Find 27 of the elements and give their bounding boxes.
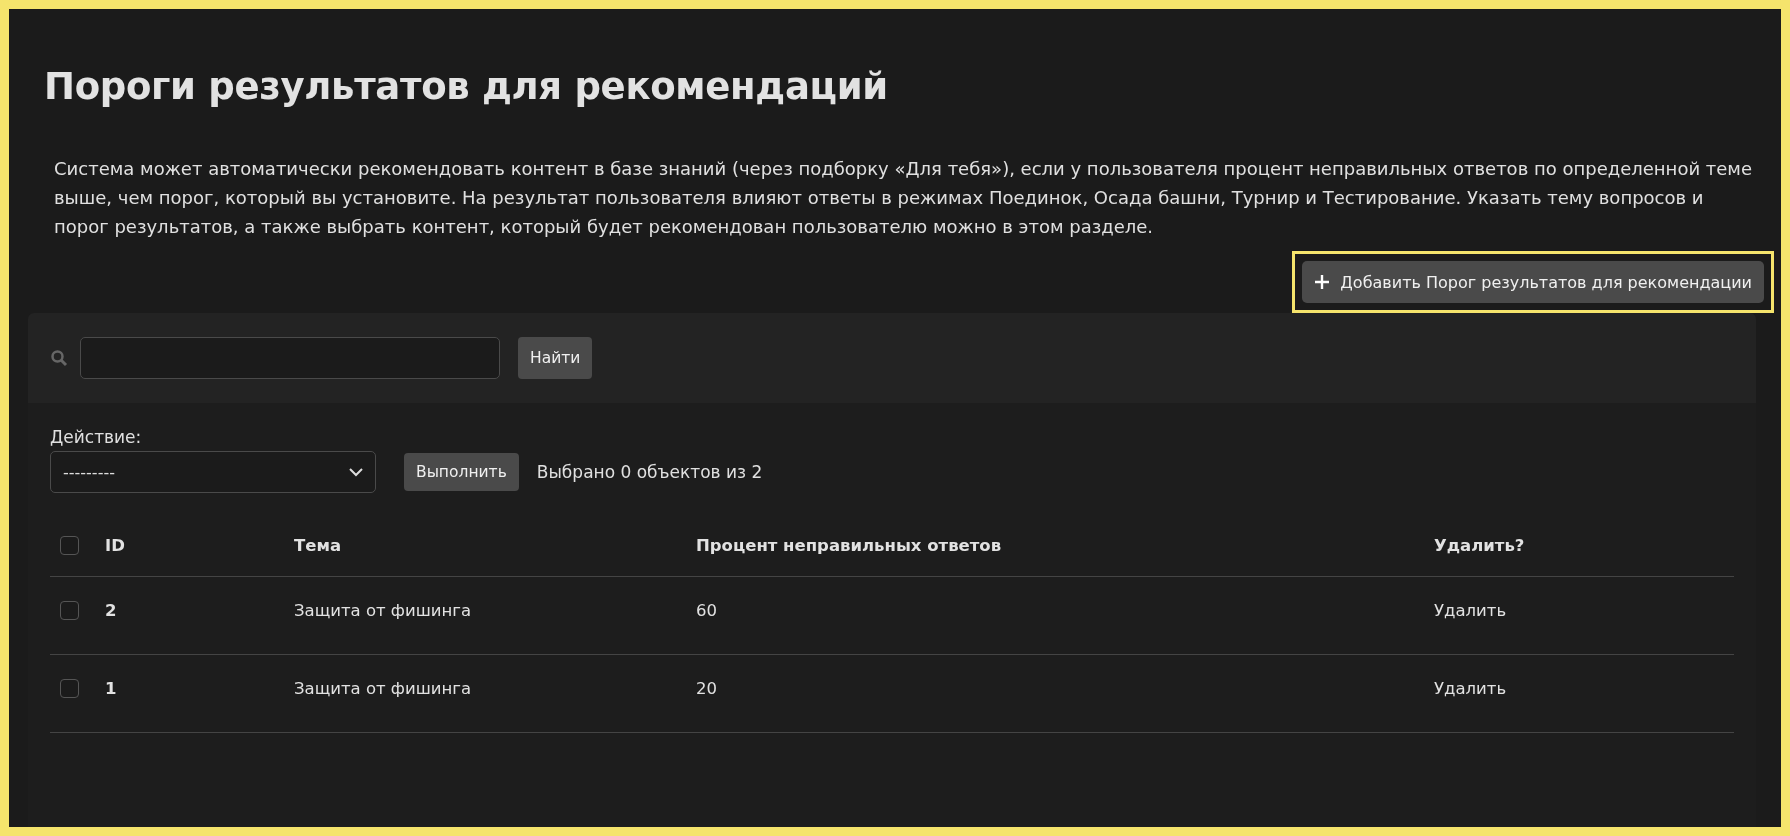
column-header[interactable]: ID <box>105 536 294 555</box>
percent-cell-text: 20 <box>696 679 718 698</box>
search-icon <box>50 349 68 367</box>
topic-cell-text: Защита от фишинга <box>294 679 473 698</box>
row-checkbox[interactable] <box>60 601 79 620</box>
search-field[interactable] <box>80 337 500 379</box>
delete-link[interactable]: Удалить <box>1434 679 1734 698</box>
description-text: Система может автоматически рекомендовать контент в базе знаний (через подборку «Для тебя»), если у пользователя процент неправильных ответов по определенной теме выше, чем порог, который вы установите. На результат пользователя влияют ответы в режимах Поединок, Осада башни, Турнир и Тестирование. Указать тему вопросов и порог результатов, а также выбрать контент, который будет рекомендован пользователю можно в этом разделе. <box>54 157 1754 239</box>
row-checkbox[interactable] <box>60 679 79 698</box>
id-cell-text: 1 <box>105 679 118 698</box>
chevron-down-icon <box>349 467 363 477</box>
delete-link[interactable]: Удалить <box>1434 601 1734 620</box>
column-header[interactable]: Процент неправильных ответов <box>696 536 1434 555</box>
plus-icon <box>1314 274 1331 290</box>
run-button[interactable]: Выполнить <box>404 453 519 491</box>
id-cell-text: 2 <box>105 601 118 620</box>
percent-cell-text: 60 <box>696 601 718 620</box>
action-label: Действие: <box>50 427 143 447</box>
column-header[interactable]: Тема <box>294 536 696 555</box>
add-threshold-button[interactable]: Добавить Порог результатов для рекомендации <box>1302 261 1764 303</box>
action-select[interactable]: --------- <box>50 451 376 493</box>
page-title: Пороги результатов для рекомендаций <box>44 65 889 108</box>
search-button[interactable]: Найти <box>518 337 593 379</box>
select-all-checkbox[interactable] <box>60 536 79 555</box>
column-header[interactable]: Удалить? <box>1434 536 1734 555</box>
selection-status: Выбрано 0 объектов из 2 <box>536 462 763 482</box>
topic-cell-text: Защита от фишинга <box>294 601 473 620</box>
